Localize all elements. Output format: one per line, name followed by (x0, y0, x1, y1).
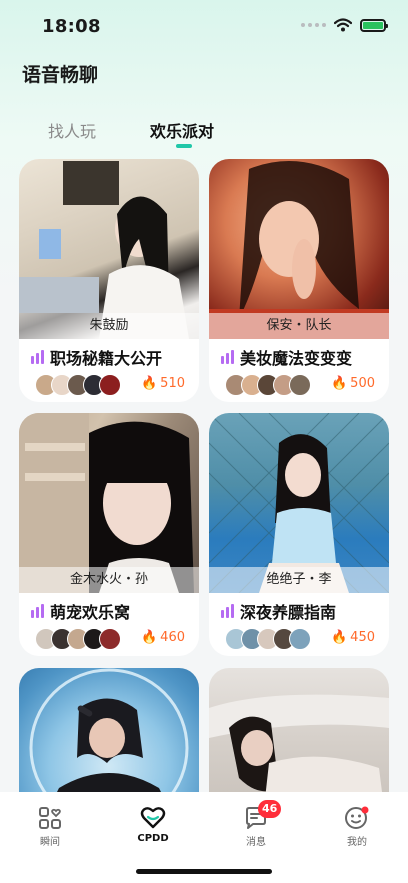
status-bar: 18:08 (0, 0, 408, 54)
fire-icon: 🔥 (140, 376, 158, 391)
nav-label: 我的 (347, 837, 367, 848)
tab-bar: 找人玩 欢乐派对 (0, 118, 408, 154)
wifi-icon (334, 18, 352, 32)
avatar (99, 374, 121, 396)
room-cover-image (209, 159, 389, 339)
heat-value: 500 (350, 376, 375, 391)
participant-avatars (225, 374, 311, 396)
home-indicator (136, 869, 272, 874)
room-host-name: 绝绝子・李 (209, 567, 389, 593)
room-title: 深夜养膘指南 (240, 603, 337, 622)
room-title: 美妆魔法变变变 (240, 349, 353, 368)
room-heat: 🔥 510 (141, 376, 185, 391)
status-time: 18:08 (42, 16, 101, 37)
status-indicators (301, 18, 388, 32)
room-host-name: 金木水火・孙 (19, 567, 199, 593)
audio-bars-icon (31, 350, 44, 364)
tab-active-indicator (176, 144, 192, 148)
room-host-name: 朱鼓励 (19, 313, 199, 339)
grid-heart-icon (39, 807, 61, 829)
avatar (289, 628, 311, 650)
room-cover-image (19, 413, 199, 593)
participant-avatars (35, 628, 121, 650)
nav-cpdd[interactable]: CPDD (123, 806, 183, 844)
room-cover-image (19, 159, 199, 339)
heat-value: 460 (160, 630, 185, 645)
participant-avatars (225, 628, 311, 650)
room-title: 萌宠欢乐窝 (50, 603, 131, 622)
profile-icon (345, 806, 369, 829)
room-host-name: 保安・队长 (209, 313, 389, 339)
room-cover-image (209, 413, 389, 593)
page-title: 语音畅聊 (22, 64, 99, 86)
room-card[interactable]: 保安・队长 美妆魔法变变变 🔥 500 (209, 159, 389, 402)
tab-find-people[interactable]: 找人玩 (48, 118, 96, 142)
signal-dots-icon (301, 23, 326, 27)
heat-value: 450 (350, 630, 375, 645)
nav-profile[interactable]: 我的 (327, 806, 387, 848)
nav-label: 消息 (246, 837, 266, 848)
heat-value: 510 (160, 376, 185, 391)
room-card[interactable]: 金木水火・孙 萌宠欢乐窝 🔥 460 (19, 413, 199, 656)
nav-messages[interactable]: 46 消息 (226, 800, 286, 848)
nav-label: 瞬间 (40, 837, 60, 848)
audio-bars-icon (221, 350, 234, 364)
room-heat: 🔥 450 (331, 630, 375, 645)
room-cover-image (209, 668, 389, 808)
fire-icon: 🔥 (140, 630, 158, 645)
room-card[interactable]: 绝绝子・李 深夜养膘指南 🔥 450 (209, 413, 389, 656)
audio-bars-icon (221, 604, 234, 618)
room-card-partial[interactable] (209, 668, 389, 808)
room-heat: 🔥 460 (141, 630, 185, 645)
avatar (99, 628, 121, 650)
room-title: 职场秘籍大公开 (50, 349, 163, 368)
fire-icon: 🔥 (330, 630, 348, 645)
heart-chat-icon (140, 807, 166, 829)
tab-party[interactable]: 欢乐派对 (150, 118, 214, 142)
room-card[interactable]: 朱鼓励 职场秘籍大公开 🔥 510 (19, 159, 199, 402)
avatar (289, 374, 311, 396)
room-heat: 🔥 500 (331, 376, 375, 391)
room-card-partial[interactable] (19, 668, 199, 808)
fire-icon: 🔥 (330, 376, 348, 391)
nav-moments[interactable]: 瞬间 (20, 806, 80, 848)
room-cover-image (19, 668, 199, 808)
participant-avatars (35, 374, 121, 396)
audio-bars-icon (31, 604, 44, 618)
nav-label: CPDD (137, 833, 169, 844)
unread-badge: 46 (258, 800, 282, 818)
battery-charging-icon (360, 18, 388, 32)
